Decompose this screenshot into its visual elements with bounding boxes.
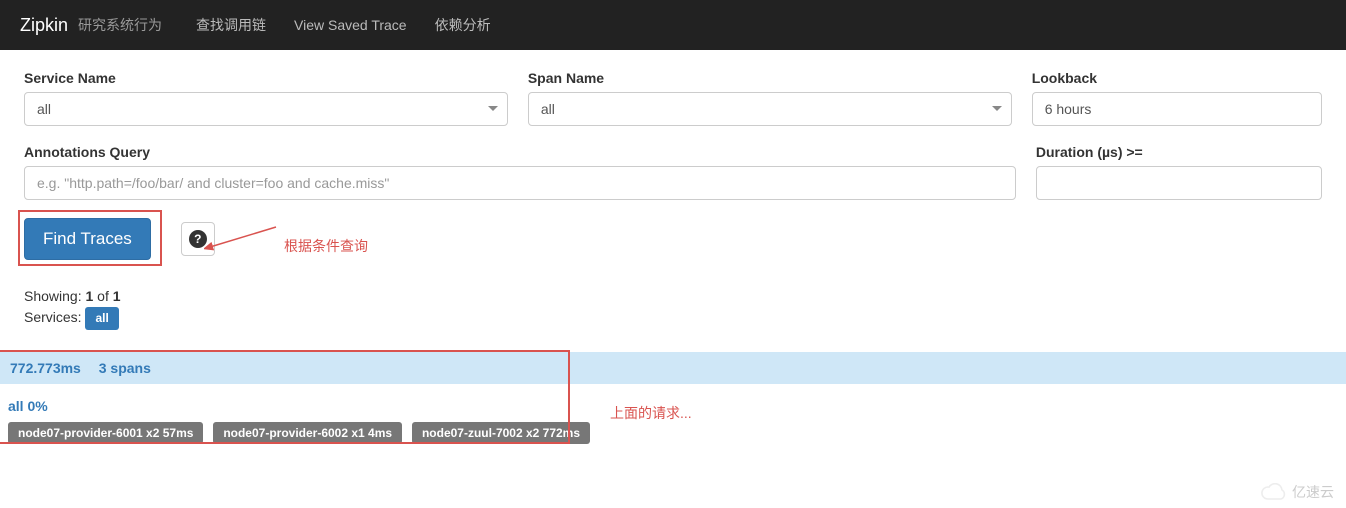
lookback-select[interactable]: 6 hours [1032,92,1322,126]
watermark: 亿速云 [1260,482,1334,502]
services-prefix: Services: [24,309,85,325]
search-panel: Service Name all Span Name all Lookback … [0,50,1346,340]
trace-detail: all 0% node07-provider-6001 x2 57ms node… [0,388,1346,462]
help-button[interactable]: ? [181,222,215,256]
watermark-text: 亿速云 [1292,482,1334,502]
annotations-query-input[interactable] [24,166,1016,200]
service-name-label: Service Name [24,70,508,86]
brand-subtitle: 研究系统行为 [78,15,162,35]
lookback-label: Lookback [1032,70,1322,86]
navbar: Zipkin 研究系统行为 查找调用链 View Saved Trace 依赖分… [0,0,1346,50]
nav-dependencies[interactable]: 依赖分析 [421,1,505,49]
showing-of: of [93,288,112,304]
trace-duration: 772.773ms [10,360,81,376]
trace-root-label[interactable]: all 0% [8,398,1338,414]
service-name-select[interactable]: all [24,92,508,126]
nav-saved-trace[interactable]: View Saved Trace [280,3,421,47]
showing-prefix: Showing: [24,288,85,304]
trace-summary[interactable]: 772.773ms 3 spans [0,352,1346,384]
duration-input[interactable] [1036,166,1322,200]
service-tag[interactable]: node07-zuul-7002 x2 772ms [412,422,590,444]
services-badge[interactable]: all [85,307,118,330]
showing-total: 1 [113,288,121,304]
trace-span-count: 3 spans [99,360,151,376]
annotation-query-hint: 根据条件查询 [284,236,368,256]
question-icon: ? [189,230,207,248]
brand-label: Zipkin [20,15,68,36]
annotations-query-label: Annotations Query [24,144,1016,160]
find-traces-button[interactable]: Find Traces [24,218,151,260]
nav-find-traces[interactable]: 查找调用链 [182,1,280,49]
span-name-label: Span Name [528,70,1012,86]
span-name-select[interactable]: all [528,92,1012,126]
duration-label: Duration (µs) >= [1036,144,1322,160]
annotation-arrow-icon [204,223,284,255]
cloud-icon [1260,483,1288,501]
results-meta: Showing: 1 of 1 Services: all [24,286,1322,330]
service-tag[interactable]: node07-provider-6002 x1 4ms [213,422,402,444]
service-tag[interactable]: node07-provider-6001 x2 57ms [8,422,203,444]
